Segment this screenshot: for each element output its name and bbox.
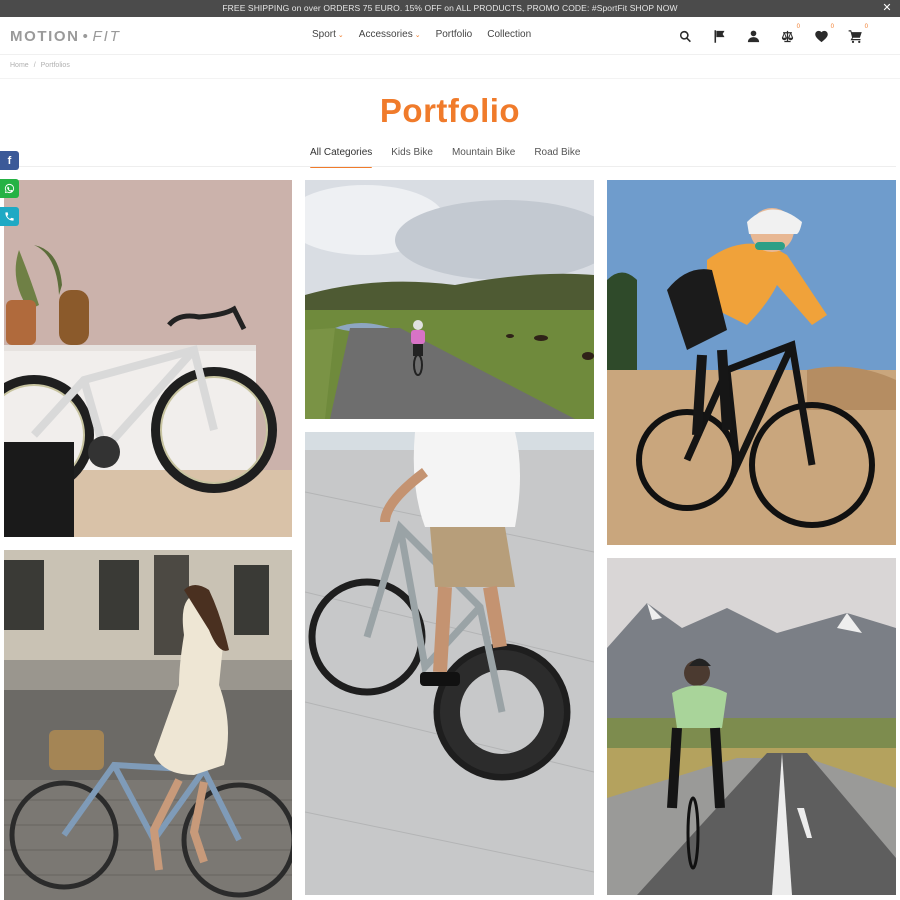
cart-count-badge: 0 — [864, 24, 868, 30]
breadcrumb-home[interactable]: Home — [10, 62, 29, 69]
portfolio-item[interactable] — [305, 432, 594, 895]
portfolio-image-fixed-gear-bike — [305, 432, 594, 895]
user-icon[interactable] — [744, 27, 762, 45]
nav-label: Collection — [487, 29, 532, 40]
site-header: MOTION • FIT Sport ⌄ Accessories ⌄ Portfol… — [0, 17, 900, 55]
portfolio-image-mountain-road-cyclist — [607, 558, 896, 895]
portfolio-item[interactable] — [4, 550, 292, 900]
logo-motion: MOTION — [10, 28, 80, 45]
cart-icon[interactable]: 0 — [846, 24, 868, 45]
portfolio-item[interactable] — [4, 180, 292, 537]
breadcrumb-separator: / — [33, 62, 36, 69]
tab-all-categories[interactable]: All Categories — [310, 147, 373, 168]
promo-bar: FREE SHIPPING on over ORDERS 75 EURO. 15… — [0, 0, 900, 17]
page-title: Portfolio — [379, 92, 521, 129]
logo[interactable]: MOTION • FIT — [10, 28, 121, 45]
facebook-share-button[interactable]: f — [0, 151, 19, 170]
wishlist-count-badge: 0 — [830, 24, 834, 30]
nav-label: Sport — [312, 29, 336, 40]
portfolio-image-blue-city-bike — [4, 550, 292, 900]
tab-mountain-bike[interactable]: Mountain Bike — [452, 147, 515, 165]
whatsapp-icon — [4, 183, 15, 194]
nav-item-accessories[interactable]: Accessories ⌄ — [359, 29, 421, 40]
nav-item-sport[interactable]: Sport ⌄ — [312, 29, 344, 40]
portfolio-image-orange-jersey-cyclist — [607, 180, 896, 545]
heart-icon[interactable]: 0 — [812, 24, 834, 45]
breadcrumb-current: Portfolios — [40, 62, 70, 69]
nav-item-portfolio[interactable]: Portfolio — [436, 29, 473, 40]
divider — [0, 78, 900, 79]
divider — [4, 166, 896, 167]
close-icon[interactable]: ✕ — [880, 0, 894, 17]
logo-fit: FIT — [92, 28, 121, 45]
nav-label: Accessories — [358, 29, 413, 40]
chevron-down-icon: ⌄ — [414, 31, 421, 39]
portfolio-item[interactable] — [607, 558, 896, 895]
nav-label: Portfolio — [435, 29, 473, 40]
chevron-down-icon: ⌄ — [337, 31, 344, 39]
portfolio-item[interactable] — [305, 180, 594, 419]
logo-dot: • — [82, 28, 90, 45]
main-nav: Sport ⌄ Accessories ⌄ Portfolio Collecti… — [312, 29, 531, 40]
nav-item-collection[interactable]: Collection — [487, 29, 531, 40]
promo-text: FREE SHIPPING on over ORDERS 75 EURO. 15… — [222, 3, 678, 13]
flag-icon[interactable] — [710, 27, 728, 45]
compare-scale-icon[interactable]: 0 — [778, 24, 800, 45]
tab-kids-bike[interactable]: Kids Bike — [391, 147, 433, 165]
viber-share-button[interactable] — [0, 207, 19, 226]
portfolio-item[interactable] — [607, 180, 896, 545]
tab-road-bike[interactable]: Road Bike — [534, 147, 580, 165]
filter-tabs: All Categories Kids Bike Mountain Bike R… — [310, 147, 580, 168]
portfolio-image-white-road-bike — [4, 180, 292, 537]
compare-count-badge: 0 — [796, 24, 800, 30]
search-icon[interactable] — [676, 27, 694, 45]
viber-phone-icon — [5, 212, 14, 221]
breadcrumb: Home / Portfolios — [10, 62, 70, 69]
portfolio-image-country-road — [305, 180, 594, 419]
header-icons: 0 0 0 — [676, 24, 868, 45]
facebook-icon: f — [7, 154, 12, 167]
whatsapp-share-button[interactable] — [0, 179, 19, 198]
